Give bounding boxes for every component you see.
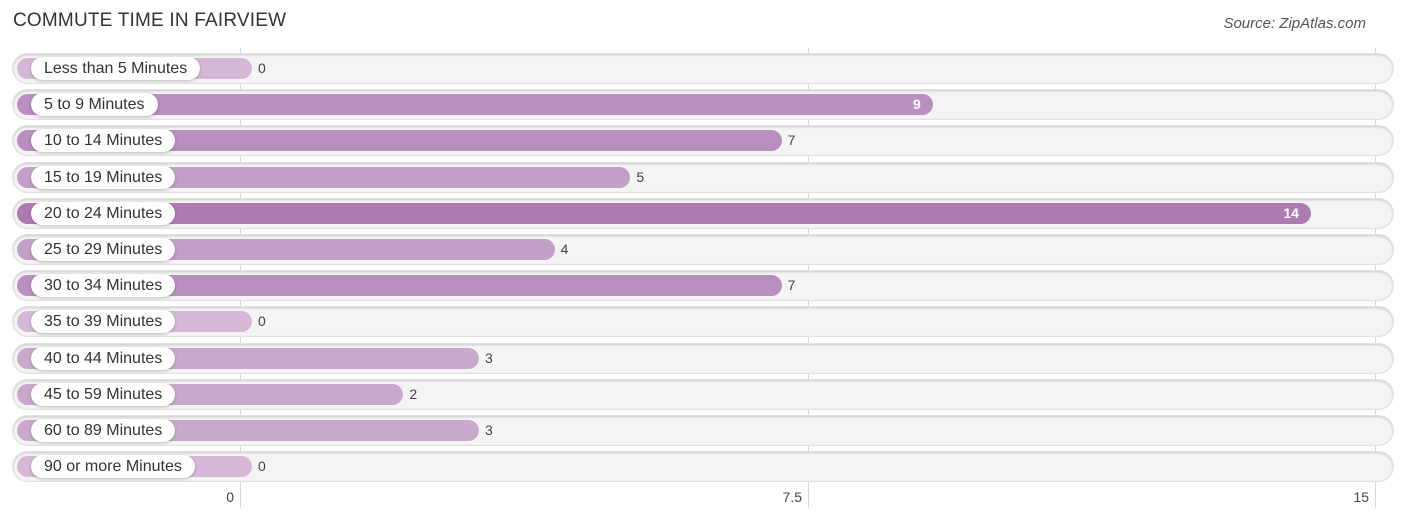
x-tick-label: 15: [1353, 489, 1369, 505]
category-label: 60 to 89 Minutes: [31, 419, 176, 442]
value-label: 3: [485, 422, 493, 438]
value-label: 7: [787, 132, 796, 149]
category-label: 30 to 34 Minutes: [31, 274, 176, 298]
value-label: 7: [787, 277, 796, 294]
x-tick-label: 7.5: [782, 489, 802, 505]
value-label: 9: [913, 96, 921, 113]
category-label: 25 to 29 Minutes: [31, 238, 176, 261]
category-label: 20 to 24 Minutes: [31, 201, 176, 225]
bar: [17, 202, 1312, 224]
value-label: 4: [560, 241, 569, 257]
category-label: 40 to 44 Minutes: [31, 346, 176, 370]
value-label: 0: [258, 458, 266, 475]
value-label: 2: [409, 385, 418, 402]
x-tick-label: 0: [226, 489, 234, 505]
category-label: 10 to 14 Minutes: [31, 129, 176, 153]
value-label: 5: [636, 168, 645, 185]
category-label: 90 or more Minutes: [31, 455, 195, 479]
value-label: 3: [485, 349, 493, 366]
value-label: 0: [258, 60, 266, 76]
value-label: 14: [1283, 204, 1299, 221]
category-label: 5 to 9 Minutes: [31, 93, 158, 117]
category-label: Less than 5 Minutes: [31, 57, 201, 80]
category-label: 35 to 39 Minutes: [31, 310, 176, 334]
bar-chart: Less than 5 Minutes 0 5 to 9 Minutes 9 10 to…: [0, 0, 1406, 522]
value-label: 0: [258, 313, 266, 330]
category-label: 15 to 19 Minutes: [31, 165, 176, 189]
category-label: 45 to 59 Minutes: [31, 382, 176, 406]
